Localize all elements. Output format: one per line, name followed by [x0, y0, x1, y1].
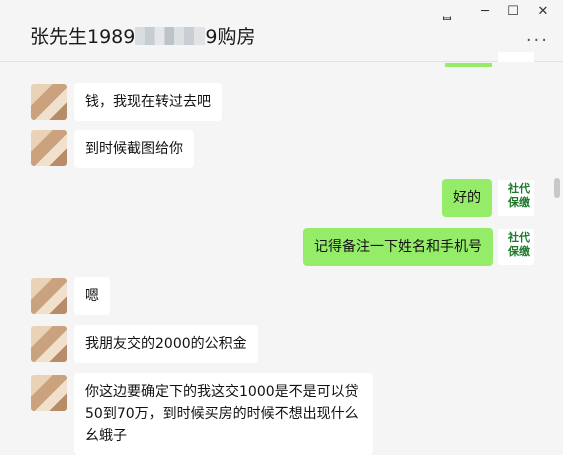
chat-title-suffix: 9购房: [205, 26, 256, 48]
message-bubble[interactable]: 好的: [442, 179, 492, 217]
self-avatar[interactable]: 社代 保缴: [498, 229, 534, 265]
more-options-button[interactable]: ···: [526, 30, 549, 51]
message-bubble[interactable]: 到时候截图给你: [74, 130, 194, 168]
self-avatar-partial: [498, 52, 534, 62]
contact-avatar[interactable]: [31, 84, 67, 120]
avatar-text-line2: 保缴: [508, 245, 530, 258]
maximize-button[interactable]: ☐: [501, 4, 525, 19]
message-bubble[interactable]: 我朋友交的2000的公积金: [74, 325, 258, 363]
chat-title-prefix: 张先生1989: [30, 26, 136, 48]
self-avatar[interactable]: 社代 保缴: [498, 180, 534, 216]
contact-avatar[interactable]: [31, 130, 67, 166]
title-bar: 张先生1989 9购房 ᆸ ─ ☐ ✕ ···: [0, 0, 563, 62]
pin-button[interactable]: ᆸ: [435, 4, 459, 23]
close-button[interactable]: ✕: [531, 4, 555, 19]
message-bubble[interactable]: 嗯: [74, 277, 110, 315]
avatar-text-line1: 社代: [508, 182, 530, 195]
avatar-text-line2: 保缴: [508, 196, 530, 209]
message-list[interactable]: 钱，我现在转过去吧 到时候截图给你 好的 社代 保缴 记得备注一下姓名和手机号 …: [0, 63, 563, 455]
scrollbar-thumb[interactable]: [554, 178, 560, 198]
redacted-phone-blur: [135, 27, 206, 45]
message-bubble[interactable]: 钱，我现在转过去吧: [74, 83, 222, 121]
contact-avatar[interactable]: [31, 278, 67, 314]
message-bubble[interactable]: 你这边要确定下的我这交1000是不是可以贷50到70万，到时候买房的时候不想出现…: [74, 373, 373, 455]
contact-avatar[interactable]: [31, 326, 67, 362]
contact-avatar[interactable]: [31, 375, 67, 411]
chat-title: 张先生1989 9购房: [30, 22, 255, 49]
message-bubble[interactable]: 记得备注一下姓名和手机号: [303, 228, 493, 266]
minimize-button[interactable]: ─: [473, 4, 497, 19]
avatar-text-line1: 社代: [508, 231, 530, 244]
